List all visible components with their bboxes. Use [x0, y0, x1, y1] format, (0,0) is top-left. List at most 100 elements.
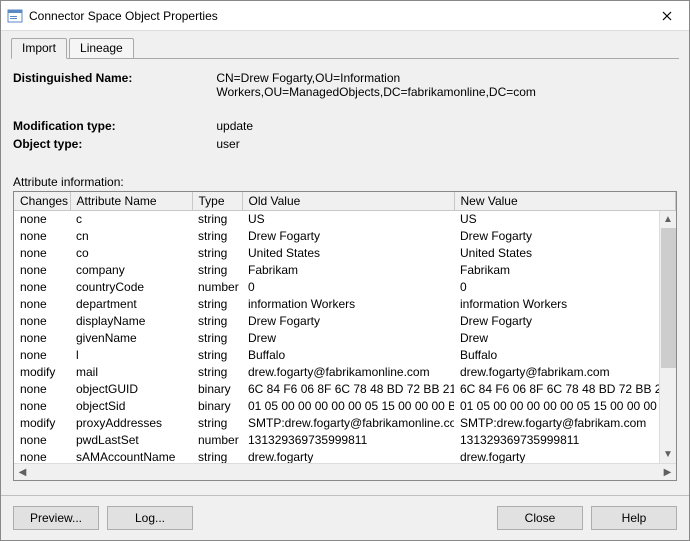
- cell-type: string: [192, 363, 242, 380]
- table-row[interactable]: nonedepartmentstringinformation Workersi…: [14, 295, 676, 312]
- table-row[interactable]: nonecstringUSUS: [14, 210, 676, 227]
- distinguished-name-row: Distinguished Name: CN=Drew Fogarty,OU=I…: [13, 71, 677, 99]
- tab-body: Distinguished Name: CN=Drew Fogarty,OU=I…: [11, 59, 679, 485]
- cell-type: number: [192, 278, 242, 295]
- col-old-value[interactable]: Old Value: [242, 192, 454, 210]
- dialog-window: Connector Space Object Properties Import…: [0, 0, 690, 541]
- cell-new: SMTP:drew.fogarty@fabrikam.com: [454, 414, 676, 431]
- close-icon[interactable]: [644, 1, 689, 31]
- cell-new: information Workers: [454, 295, 676, 312]
- cell-changes: none: [14, 329, 70, 346]
- cell-old: Drew Fogarty: [242, 312, 454, 329]
- table-row[interactable]: nonedisplayNamestringDrew FogartyDrew Fo…: [14, 312, 676, 329]
- log-button[interactable]: Log...: [107, 506, 193, 530]
- modification-type-row: Modification type: update: [13, 119, 677, 133]
- titlebar: Connector Space Object Properties: [1, 1, 689, 31]
- table-row[interactable]: nonesAMAccountNamestringdrew.fogartydrew…: [14, 448, 676, 463]
- cell-type: string: [192, 295, 242, 312]
- col-type[interactable]: Type: [192, 192, 242, 210]
- cell-new: Fabrikam: [454, 261, 676, 278]
- vertical-scrollbar[interactable]: ▲ ▼: [659, 211, 676, 463]
- table-row[interactable]: nonegivenNamestringDrewDrew: [14, 329, 676, 346]
- cell-old: 01 05 00 00 00 00 00 05 15 00 00 00 BA .…: [242, 397, 454, 414]
- scroll-down-icon[interactable]: ▼: [660, 446, 676, 463]
- tab-lineage[interactable]: Lineage: [69, 38, 134, 59]
- table-row[interactable]: nonecompanystringFabrikamFabrikam: [14, 261, 676, 278]
- cell-new: US: [454, 210, 676, 227]
- help-button[interactable]: Help: [591, 506, 677, 530]
- close-button[interactable]: Close: [497, 506, 583, 530]
- dn-label: Distinguished Name:: [13, 71, 213, 85]
- scroll-thumb[interactable]: [661, 228, 676, 368]
- attribute-table: Changes Attribute Name Type Old Value Ne…: [14, 192, 676, 463]
- header-row: Changes Attribute Name Type Old Value Ne…: [14, 192, 676, 210]
- cell-name: company: [70, 261, 192, 278]
- scroll-left-icon[interactable]: ◀: [14, 464, 31, 481]
- cell-new: Drew: [454, 329, 676, 346]
- table-row[interactable]: nonecountryCodenumber00: [14, 278, 676, 295]
- cell-name: cn: [70, 227, 192, 244]
- cell-changes: none: [14, 431, 70, 448]
- cell-old: Drew Fogarty: [242, 227, 454, 244]
- cell-name: co: [70, 244, 192, 261]
- cell-new: Buffalo: [454, 346, 676, 363]
- cell-changes: none: [14, 261, 70, 278]
- cell-old: drew.fogarty: [242, 448, 454, 463]
- table-row[interactable]: nonelstringBuffaloBuffalo: [14, 346, 676, 363]
- cell-name: c: [70, 210, 192, 227]
- cell-old: drew.fogarty@fabrikamonline.com: [242, 363, 454, 380]
- app-icon: [7, 8, 23, 24]
- cell-changes: none: [14, 278, 70, 295]
- cell-changes: none: [14, 244, 70, 261]
- scroll-up-icon[interactable]: ▲: [660, 211, 676, 228]
- dn-value: CN=Drew Fogarty,OU=Information Workers,O…: [216, 71, 656, 99]
- cell-name: sAMAccountName: [70, 448, 192, 463]
- table-row[interactable]: modifyproxyAddressesstringSMTP:drew.foga…: [14, 414, 676, 431]
- col-changes[interactable]: Changes: [14, 192, 70, 210]
- cell-type: string: [192, 261, 242, 278]
- attribute-grid: Changes Attribute Name Type Old Value Ne…: [13, 191, 677, 481]
- mod-label: Modification type:: [13, 119, 213, 133]
- cell-name: objectGUID: [70, 380, 192, 397]
- cell-type: string: [192, 227, 242, 244]
- cell-name: objectSid: [70, 397, 192, 414]
- table-row[interactable]: noneobjectGUIDbinary6C 84 F6 06 8F 6C 78…: [14, 380, 676, 397]
- cell-changes: modify: [14, 363, 70, 380]
- table-row[interactable]: nonecnstringDrew FogartyDrew Fogarty: [14, 227, 676, 244]
- table-row[interactable]: noneobjectSidbinary01 05 00 00 00 00 00 …: [14, 397, 676, 414]
- cell-old: Drew: [242, 329, 454, 346]
- horizontal-scrollbar[interactable]: ◀ ▶: [14, 463, 676, 480]
- cell-old: United States: [242, 244, 454, 261]
- preview-button[interactable]: Preview...: [13, 506, 99, 530]
- cell-changes: none: [14, 448, 70, 463]
- table-row[interactable]: nonecostringUnited StatesUnited States: [14, 244, 676, 261]
- cell-changes: modify: [14, 414, 70, 431]
- object-type-row: Object type: user: [13, 137, 677, 151]
- cell-new: 6C 84 F6 06 8F 6C 78 48 BD 72 BB 21 AF: [454, 380, 676, 397]
- cell-old: Fabrikam: [242, 261, 454, 278]
- col-attribute-name[interactable]: Attribute Name: [70, 192, 192, 210]
- table-row[interactable]: modifymailstringdrew.fogarty@fabrikamonl…: [14, 363, 676, 380]
- client-area: Import Lineage Distinguished Name: CN=Dr…: [1, 31, 689, 495]
- cell-changes: none: [14, 346, 70, 363]
- button-bar: Preview... Log... Close Help: [1, 495, 689, 540]
- cell-changes: none: [14, 397, 70, 414]
- cell-changes: none: [14, 210, 70, 227]
- scroll-right-icon[interactable]: ▶: [659, 464, 676, 481]
- table-row[interactable]: nonepwdLastSetnumber13132936973599981113…: [14, 431, 676, 448]
- cell-new: United States: [454, 244, 676, 261]
- grid-scroll[interactable]: Changes Attribute Name Type Old Value Ne…: [14, 192, 676, 463]
- tab-import[interactable]: Import: [11, 38, 67, 59]
- cell-type: string: [192, 244, 242, 261]
- cell-changes: none: [14, 380, 70, 397]
- tab-strip: Import Lineage: [11, 37, 679, 59]
- cell-name: mail: [70, 363, 192, 380]
- cell-old: 6C 84 F6 06 8F 6C 78 48 BD 72 BB 21 AF..…: [242, 380, 454, 397]
- window-title: Connector Space Object Properties: [29, 9, 218, 23]
- cell-name: l: [70, 346, 192, 363]
- cell-type: string: [192, 329, 242, 346]
- cell-changes: none: [14, 312, 70, 329]
- spacer: [201, 506, 489, 530]
- col-new-value[interactable]: New Value: [454, 192, 676, 210]
- cell-new: drew.fogarty@fabrikam.com: [454, 363, 676, 380]
